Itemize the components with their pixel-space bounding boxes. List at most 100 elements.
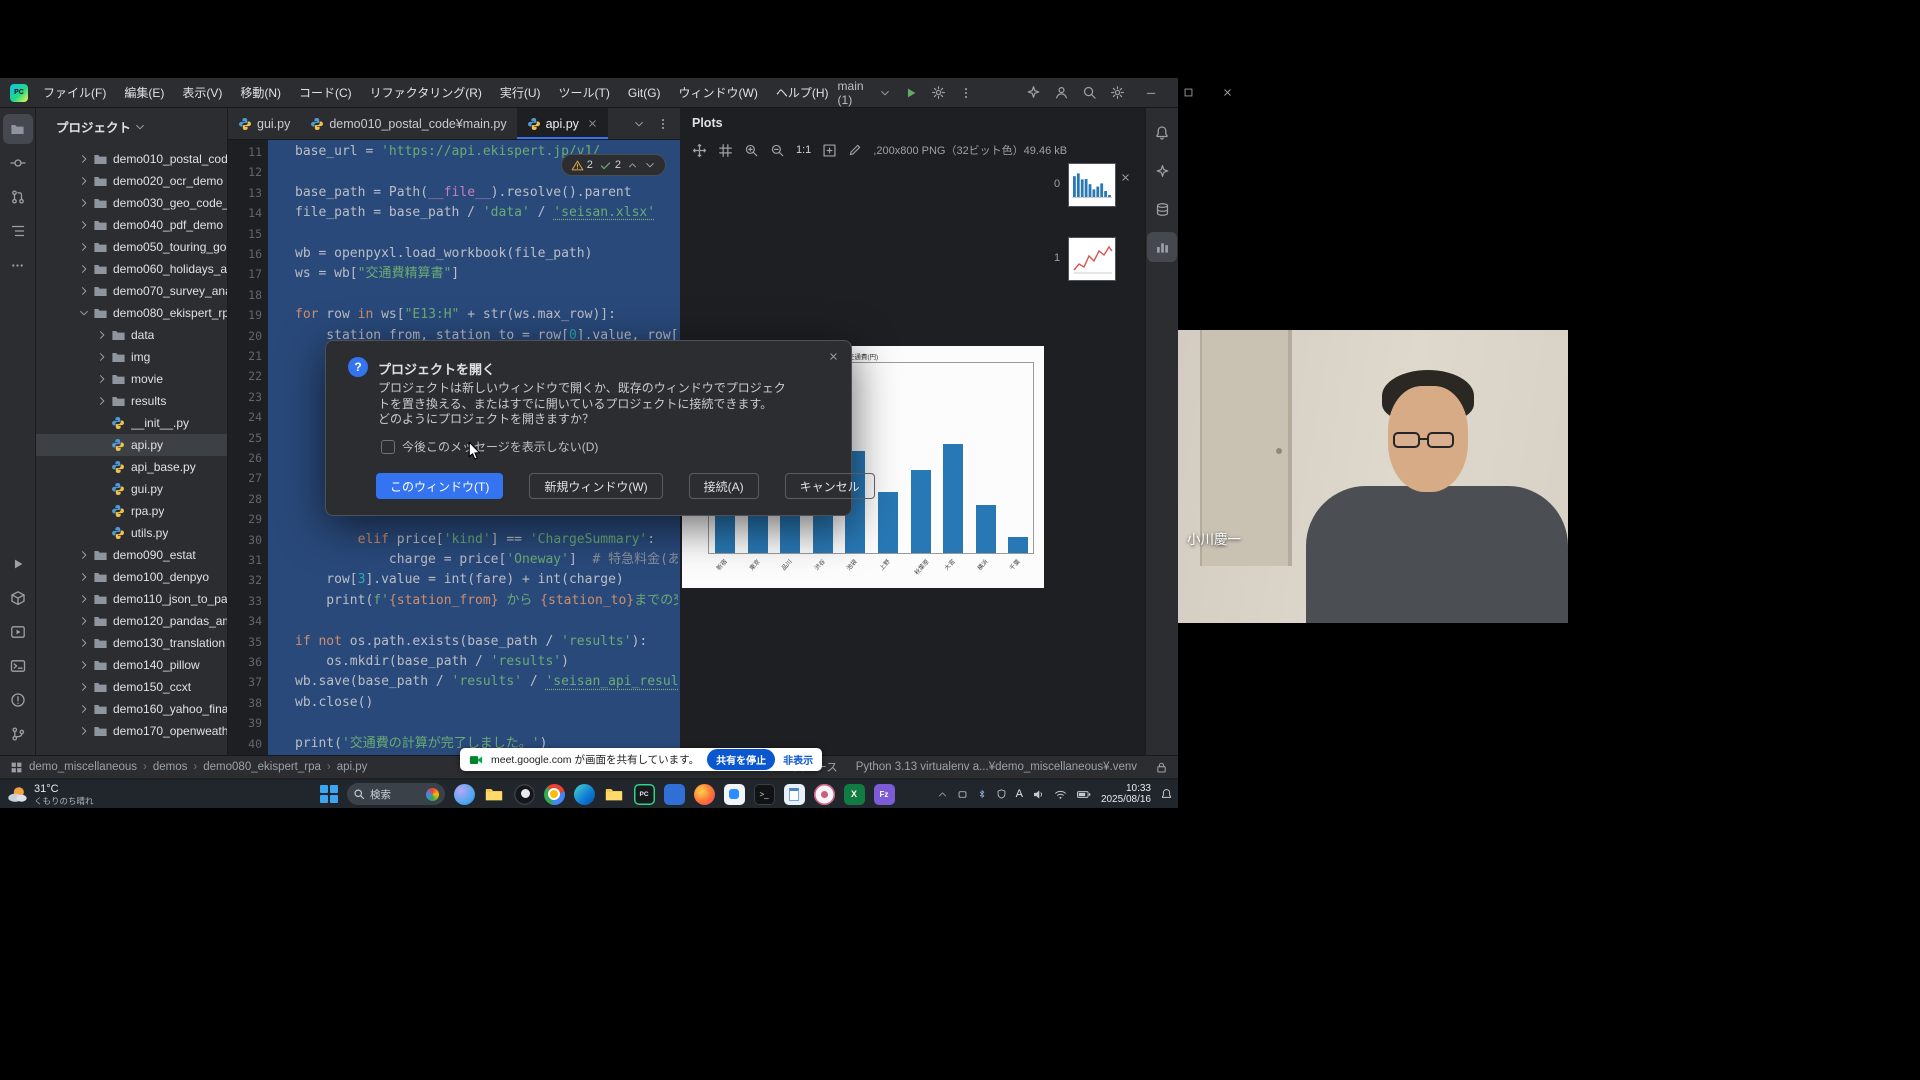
ime-indicator[interactable]: A [1016, 788, 1023, 800]
zoom-in-icon[interactable] [744, 143, 759, 158]
tree-item[interactable]: demo070_survey_anal [36, 280, 227, 302]
start-button[interactable] [318, 783, 340, 805]
ai-assistant-icon[interactable] [1026, 85, 1041, 100]
chev-right-icon[interactable] [76, 263, 91, 275]
chev-right-icon[interactable] [94, 395, 109, 407]
taskbar-clock[interactable]: 10:33 2025/08/16 [1101, 783, 1151, 806]
chev-right-icon[interactable] [76, 153, 91, 165]
menu-item[interactable]: リファクタリング(R) [361, 78, 491, 107]
stop-sharing-button[interactable]: 共有を停止 [707, 749, 775, 770]
taskbar-app-pycharm[interactable]: PC [632, 782, 656, 806]
tree-item[interactable]: demo090_estat [36, 544, 227, 566]
tree-item[interactable]: demo080_ekispert_rpa [36, 302, 227, 324]
close-icon[interactable] [587, 118, 598, 129]
taskbar-app-notepad[interactable] [782, 782, 806, 806]
services-tool-icon[interactable] [3, 617, 33, 647]
menu-item[interactable]: ヘルプ(H) [767, 78, 838, 107]
menu-item[interactable]: Git(G) [619, 78, 670, 107]
inspections-widget[interactable]: 2 2 [561, 154, 666, 176]
more-options-icon[interactable] [959, 86, 973, 100]
taskbar-app-folder[interactable] [602, 782, 626, 806]
zoom-level[interactable]: 1:1 [796, 144, 811, 156]
menu-item[interactable]: 実行(U) [491, 78, 550, 107]
run-button[interactable] [904, 86, 918, 100]
project-panel-header[interactable]: プロジェクト [36, 108, 227, 136]
taskbar-search[interactable]: 検索 [347, 783, 445, 805]
editor-tab[interactable]: api.py [517, 108, 608, 139]
battery-icon[interactable] [1076, 788, 1092, 801]
tree-item[interactable]: demo120_pandas_am [36, 610, 227, 632]
menu-item[interactable]: 編集(E) [115, 78, 173, 107]
hide-sharing-link[interactable]: 非表示 [783, 752, 813, 767]
tray-bluetooth-icon[interactable] [977, 788, 987, 800]
notifications-icon[interactable] [1160, 788, 1173, 801]
tree-item[interactable]: api.py [36, 434, 227, 456]
network-icon[interactable] [1054, 788, 1067, 801]
breadcrumb-item[interactable]: api.py [337, 761, 368, 773]
tree-item[interactable]: movie [36, 368, 227, 390]
structure-tool-icon[interactable] [3, 216, 33, 246]
menu-item[interactable]: コード(C) [290, 78, 361, 107]
tree-item[interactable]: __init__.py [36, 412, 227, 434]
more-options-icon[interactable] [656, 117, 670, 131]
chev-right-icon[interactable] [76, 549, 91, 561]
close-dialog-icon[interactable] [828, 351, 839, 362]
menu-item[interactable]: 表示(V) [173, 78, 231, 107]
tree-item[interactable]: data [36, 324, 227, 346]
taskbar-app-terminal[interactable]: >_ [752, 782, 776, 806]
fit-to-view-icon[interactable] [822, 143, 837, 158]
editor-tab[interactable]: demo010_postal_code¥main.py [300, 108, 516, 139]
tree-item[interactable]: demo030_geo_code_d [36, 192, 227, 214]
taskbar-app-bluesq[interactable] [662, 782, 686, 806]
run-configuration[interactable]: main (1) [838, 79, 892, 107]
tree-item[interactable]: demo170_openweath [36, 720, 227, 742]
tree-item[interactable]: img [36, 346, 227, 368]
tree-item[interactable]: demo010_postal_code [36, 148, 227, 170]
close-thumbnail-icon[interactable] [1120, 170, 1131, 188]
tray-shield-icon[interactable] [996, 788, 1007, 800]
editor-tab[interactable]: gui.py [228, 108, 300, 139]
tree-item[interactable]: demo150_ccxt [36, 676, 227, 698]
chevron-up-icon[interactable] [627, 160, 638, 171]
pan-tool-icon[interactable] [692, 143, 707, 158]
database-tool-icon[interactable] [1147, 194, 1177, 224]
chev-right-icon[interactable] [76, 197, 91, 209]
profiler-icon[interactable] [931, 85, 946, 100]
plot-thumbnail-1[interactable] [1068, 237, 1116, 281]
notifications-bell-icon[interactable] [1147, 118, 1177, 148]
pycharm-logo-icon[interactable]: PC [10, 84, 28, 102]
chev-right-icon[interactable] [94, 373, 109, 385]
plot-thumbnail-0[interactable] [1068, 163, 1116, 207]
problems-tool-icon[interactable] [3, 685, 33, 715]
menu-item[interactable]: ファイル(F) [34, 78, 115, 107]
volume-icon[interactable] [1032, 788, 1045, 801]
search-everywhere-icon[interactable] [1082, 85, 1097, 100]
hidden-tabs-icon[interactable] [633, 118, 645, 130]
tree-item[interactable]: demo020_ocr_demo [36, 170, 227, 192]
tree-item[interactable]: demo140_pillow [36, 654, 227, 676]
more-tools-icon[interactable] [3, 250, 33, 280]
tree-item[interactable]: demo050_touring_go [36, 236, 227, 258]
chev-right-icon[interactable] [76, 703, 91, 715]
code-with-me-icon[interactable] [1054, 85, 1069, 100]
tree-item[interactable]: demo160_yahoo_finan [36, 698, 227, 720]
breadcrumb-item[interactable]: demo_miscellaneous [29, 761, 137, 773]
chev-right-icon[interactable] [76, 571, 91, 583]
tree-item[interactable]: rpa.py [36, 500, 227, 522]
taskbar-app-firefox[interactable] [692, 782, 716, 806]
tree-item[interactable]: utils.py [36, 522, 227, 544]
chev-right-icon[interactable] [76, 175, 91, 187]
menu-item[interactable]: ウィンドウ(W) [670, 78, 767, 107]
tree-item[interactable]: results [36, 390, 227, 412]
tray-overflow-icon[interactable] [937, 789, 948, 800]
chev-right-icon[interactable] [94, 351, 109, 363]
chev-right-icon[interactable] [76, 285, 91, 297]
taskbar-app-sticky[interactable]: Fz [872, 782, 896, 806]
tree-item[interactable]: api_base.py [36, 456, 227, 478]
breadcrumb-item[interactable]: demo080_ekispert_rpa [203, 761, 321, 773]
chev-right-icon[interactable] [76, 637, 91, 649]
chev-down-icon[interactable] [76, 307, 91, 319]
chev-right-icon[interactable] [76, 681, 91, 693]
tree-item[interactable]: demo110_json_to_pan [36, 588, 227, 610]
tree-item[interactable]: demo100_denpyo [36, 566, 227, 588]
